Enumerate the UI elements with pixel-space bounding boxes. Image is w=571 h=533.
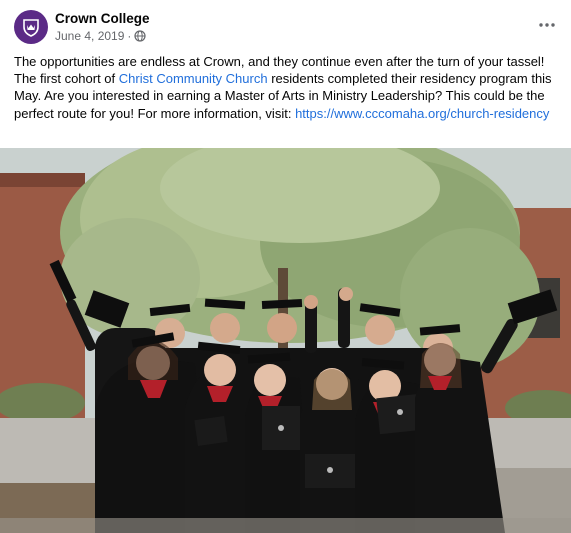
post-caption: The opportunities are endless at Crown, … [14,53,562,122]
post-date[interactable]: June 4, 2019 [55,29,124,43]
more-options-button[interactable] [535,15,559,35]
globe-icon [134,30,147,42]
crown-shield-icon [23,19,39,37]
post-photo[interactable] [0,148,571,533]
meta-separator: · [127,29,132,43]
post-meta: June 4, 2019 · [55,29,147,43]
more-options-icon [539,23,555,27]
christ-community-church-link[interactable]: Christ Community Church [119,71,268,86]
church-residency-url-link[interactable]: https://www.cccomaha.org/church-residenc… [295,106,549,121]
post-header: Crown College June 4, 2019 · [14,10,559,44]
page-avatar[interactable] [14,10,48,44]
facebook-post: Crown College June 4, 2019 · The opportu… [0,0,571,533]
graduation-group-photo [0,148,571,533]
page-name-link[interactable]: Crown College [55,11,150,26]
